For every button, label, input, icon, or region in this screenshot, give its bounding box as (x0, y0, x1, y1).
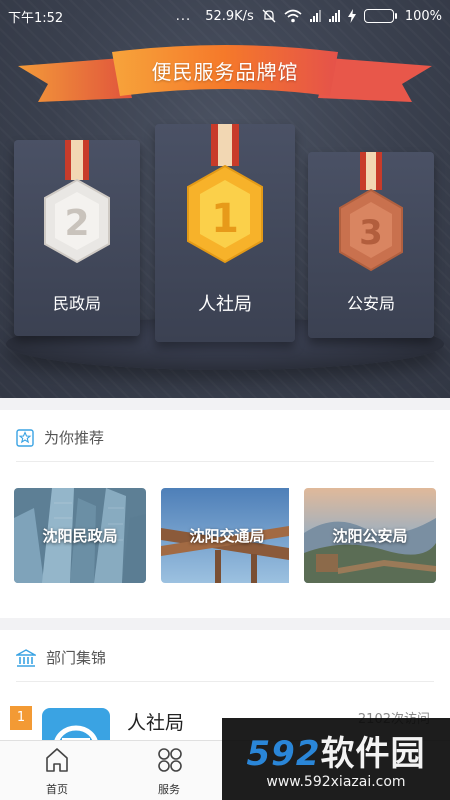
recommend-header: 为你推荐 (16, 414, 434, 462)
medal-card-renshe[interactable]: 1 人社局 (155, 124, 295, 342)
departments-title: 部门集锦 (46, 649, 107, 667)
network-speed: 52.9K/s (205, 8, 254, 24)
bronze-medal-icon: 3 (339, 152, 403, 272)
grid-icon (158, 748, 182, 772)
department-name[interactable]: 人社局 (127, 708, 184, 735)
watermark-logo: 592软件园 (222, 726, 450, 775)
recommend-label-minzheng: 沈阳民政局 (42, 527, 118, 545)
banner-title: 便民服务品牌馆 (151, 60, 299, 84)
medal-label-renshe: 人社局 (198, 294, 252, 315)
recommend-card-jiaotong[interactable]: 沈阳交通局 (161, 488, 293, 583)
battery-percent: 100% (404, 8, 442, 24)
recommend-card-gongan[interactable]: 沈阳公安局 (304, 488, 436, 583)
medal-label-gongan: 公安局 (346, 294, 395, 313)
status-bar: 下午1:52 ... 52.9K/s 100% (0, 0, 450, 32)
mute-icon (262, 9, 276, 23)
status-time: 下午1:52 (8, 10, 64, 26)
star-icon (16, 428, 34, 447)
tab-services-label: 服务 (158, 783, 180, 796)
home-icon (46, 748, 68, 772)
tab-services[interactable]: 服务 (134, 741, 204, 800)
signal-strength-icon-2 (328, 10, 340, 22)
medal-card-gongan[interactable]: 3 公安局 (308, 152, 434, 338)
medal-card-minzheng[interactable]: 2 民政局 (14, 140, 140, 336)
gold-medal-icon: 1 (187, 124, 263, 264)
recommend-label-jiaotong: 沈阳交通局 (189, 527, 265, 545)
watermark-number: 592 (246, 734, 321, 774)
site-watermark: 592软件园 www.592xiazai.com (222, 718, 450, 800)
svg-text:2: 2 (64, 203, 89, 244)
silver-medal-icon: 2 (44, 140, 110, 264)
medal-label-minzheng: 民政局 (52, 294, 101, 313)
recommend-title: 为你推荐 (44, 429, 105, 447)
departments-header: 部门集锦 (16, 634, 434, 682)
department-rank-badge: 1 (10, 706, 32, 730)
tab-home[interactable]: 首页 (22, 741, 92, 800)
wifi-icon (284, 9, 302, 23)
watermark-url: www.592xiazai.com (266, 774, 406, 790)
svg-text:3: 3 (359, 213, 383, 253)
recommend-label-gongan: 沈阳公安局 (332, 527, 408, 545)
brand-hall-hero: 便民服务品牌馆 2 民政局 1 人社局 3 公安局 (0, 0, 450, 398)
institution-icon (16, 648, 36, 667)
svg-text:1: 1 (211, 196, 239, 242)
signal-strength-icon (309, 10, 321, 22)
recommend-card-minzheng[interactable]: 沈阳民政局 (14, 488, 146, 583)
watermark-brand: 软件园 (320, 734, 426, 774)
charging-icon (347, 9, 356, 23)
tab-home-label: 首页 (46, 783, 68, 796)
battery-icon (363, 9, 397, 23)
status-more-dots: ... (175, 8, 192, 24)
